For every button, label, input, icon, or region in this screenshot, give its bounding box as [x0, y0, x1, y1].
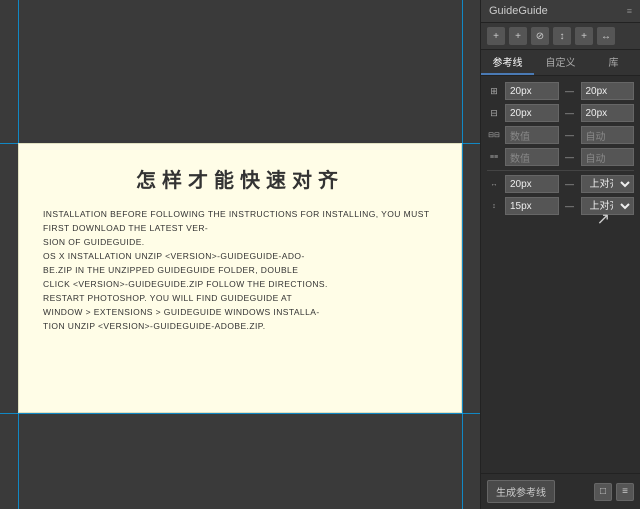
field-icon-w: ↔ [487, 177, 501, 191]
guide-horizontal-bottom [0, 413, 480, 414]
field-select-right-5[interactable]: 上对齐 居中 下对齐 [581, 175, 635, 193]
field-sep-4: — [563, 150, 577, 164]
right-panel: GuideGuide ≡ + + ⊘ ↕ + ↔ 参考线 自定义 库 ⊞ — ⊟… [480, 0, 640, 509]
field-input-left-6[interactable] [505, 197, 559, 215]
field-sep-3: — [563, 128, 577, 142]
toolbar-add-button[interactable]: + [575, 27, 593, 45]
panel-title: GuideGuide [489, 5, 548, 17]
field-input-right-3[interactable] [581, 126, 635, 144]
footer-menu-icon[interactable]: ≡ [616, 483, 634, 501]
tab-library[interactable]: 库 [587, 50, 640, 75]
panel-footer: 生成参考线 □ ≡ [481, 473, 640, 509]
toolbar-flip-v-button[interactable]: ↕ [553, 27, 571, 45]
generate-guides-button[interactable]: 生成参考线 [487, 480, 555, 503]
tab-custom[interactable]: 自定义 [534, 50, 587, 75]
divider-1 [487, 170, 634, 171]
field-input-right-1[interactable] [581, 82, 635, 100]
footer-save-icon[interactable]: □ [594, 483, 612, 501]
toolbar-add-col-button[interactable]: + [487, 27, 505, 45]
content-title: 怎样才能快速对齐 [43, 164, 437, 193]
field-icon-h2: ⊟ [487, 106, 501, 120]
field-icon-cols: ⊟⊟ [487, 128, 501, 142]
field-row-6: ↕ — 上对齐 居中 下对齐 [487, 197, 634, 215]
field-icon-rows: ≡≡ [487, 150, 501, 164]
content-box: 怎样才能快速对齐 INSTALLATION BEFORE FOLLOWING T… [18, 143, 462, 413]
field-select-right-6[interactable]: 上对齐 居中 下对齐 [581, 197, 635, 215]
field-sep-6: — [563, 199, 577, 213]
field-sep-2: — [563, 106, 577, 120]
toolbar-add-row-button[interactable]: + [509, 27, 527, 45]
field-input-left-5[interactable] [505, 175, 559, 193]
content-text: INSTALLATION BEFORE FOLLOWING THE INSTRU… [43, 207, 437, 333]
field-sep-5: — [563, 177, 577, 191]
field-row-3: ⊟⊟ — [487, 126, 634, 144]
toolbar-flip-h-button[interactable]: ↔ [597, 27, 615, 45]
field-row-2: ⊟ — [487, 104, 634, 122]
field-input-left-3[interactable] [505, 126, 559, 144]
field-input-left-1[interactable] [505, 82, 559, 100]
field-input-right-2[interactable] [581, 104, 635, 122]
field-sep-1: — [563, 84, 577, 98]
panel-toolbar: + + ⊘ ↕ + ↔ [481, 23, 640, 50]
tab-guides[interactable]: 参考线 [481, 50, 534, 75]
field-row-4: ≡≡ — [487, 148, 634, 166]
field-row-5: ↔ — 上对齐 居中 下对齐 [487, 175, 634, 193]
panel-collapse-button[interactable]: ≡ [627, 6, 632, 16]
field-input-right-4[interactable] [581, 148, 635, 166]
panel-tabs: 参考线 自定义 库 [481, 50, 640, 76]
field-icon-h3: ↕ [487, 199, 501, 213]
guide-vertical-right [462, 0, 463, 509]
field-input-left-2[interactable] [505, 104, 559, 122]
canvas: 怎样才能快速对齐 INSTALLATION BEFORE FOLLOWING T… [0, 0, 480, 509]
toolbar-clear-button[interactable]: ⊘ [531, 27, 549, 45]
footer-icons: □ ≡ [594, 483, 634, 501]
panel-header: GuideGuide ≡ [481, 0, 640, 23]
panel-content: ⊞ — ⊟ — ⊟⊟ — ≡≡ — ↔ — [481, 76, 640, 225]
field-input-left-4[interactable] [505, 148, 559, 166]
field-icon-h1: ⊞ [487, 84, 501, 98]
field-row-1: ⊞ — [487, 82, 634, 100]
